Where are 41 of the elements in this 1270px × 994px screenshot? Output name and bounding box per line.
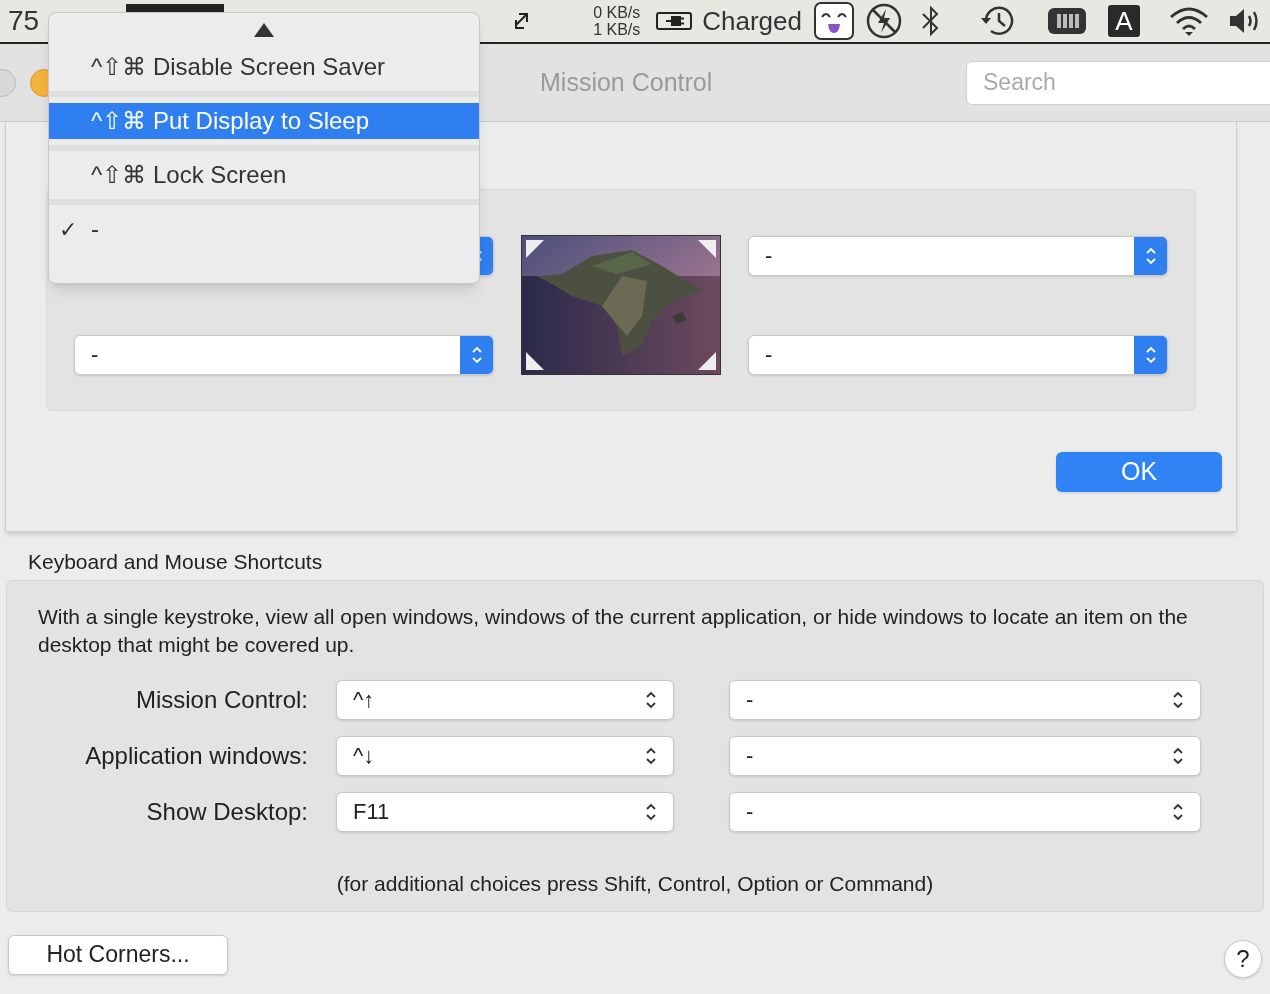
smiley-icon[interactable] <box>814 2 854 40</box>
shortcut-label: Show Desktop: <box>145 796 308 827</box>
menu-item[interactable]: ^⇧⌘ Disable Screen Saver <box>49 49 479 85</box>
menu-bar-text: 75 <box>8 4 41 38</box>
input-source-badge[interactable]: A <box>1108 5 1140 37</box>
battery-icon[interactable] <box>1048 6 1086 36</box>
window-title: Mission Control <box>540 66 713 98</box>
hint-text: (for additional choices press Shift, Control, Option or Command) <box>335 870 935 897</box>
shortcut-label: Mission Control: <box>134 684 308 715</box>
corner-marker-icon <box>696 350 718 372</box>
shortcut-popup[interactable]: F11 <box>336 791 674 832</box>
download-rate: 0 KB/s <box>593 4 641 21</box>
corner-popup[interactable]: - <box>74 334 494 375</box>
menu-item[interactable]: ^⇧⌘ Put Display to Sleep <box>49 103 479 139</box>
battery-status[interactable]: Charged <box>702 1 802 41</box>
wifi-icon[interactable] <box>1168 5 1210 37</box>
shortcut-popup[interactable]: - <box>729 791 1201 832</box>
corner-popup[interactable]: - <box>748 334 1168 375</box>
scroll-up-icon[interactable] <box>254 23 274 37</box>
help-button[interactable]: ? <box>1224 939 1262 978</box>
hot-corners-button[interactable]: Hot Corners... <box>8 934 228 975</box>
power-plug-icon[interactable] <box>656 11 695 31</box>
corner-popup[interactable]: - <box>748 235 1168 276</box>
ok-button[interactable]: OK <box>1056 452 1222 492</box>
search-field[interactable]: Search <box>966 60 1270 105</box>
search-field-input[interactable]: Search <box>983 65 1270 100</box>
section-heading: Keyboard and Mouse Shortcuts <box>28 550 323 573</box>
upload-rate: 1 KB/s <box>593 21 641 38</box>
expand-icon <box>513 11 530 31</box>
lightning-off-icon[interactable] <box>866 3 902 39</box>
shortcut-label: Application windows: <box>84 740 308 771</box>
corner-marker-icon <box>524 350 546 372</box>
shortcut-popup[interactable]: - <box>729 735 1201 776</box>
shortcut-popup[interactable]: - <box>729 679 1201 720</box>
corner-marker-icon <box>524 238 546 260</box>
corner-marker-icon <box>696 238 718 260</box>
menu-item[interactable]: ✓ - <box>49 211 479 247</box>
description-text: With a single keystroke, view all open windows, windows of the current application, or hide windows to locate an item on the desktop that might be covered up. <box>38 603 1189 658</box>
shortcut-popup[interactable]: ^↓ <box>336 735 674 776</box>
shortcut-popup[interactable]: ^↑ <box>336 679 674 720</box>
menu-item[interactable]: ^⇧⌘ Lock Screen <box>49 157 479 193</box>
